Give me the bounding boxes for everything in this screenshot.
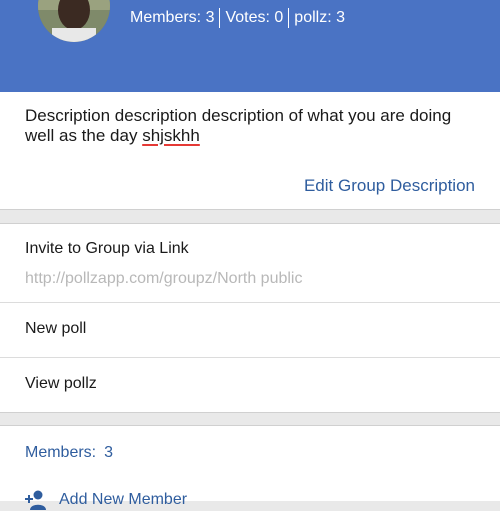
misspelled-word: shjskhh	[142, 126, 200, 145]
members-stat: Members: 3	[130, 9, 215, 26]
members-card: Members: 3 Add New Member	[0, 425, 500, 510]
edit-group-description-link[interactable]: Edit Group Description	[304, 176, 475, 196]
divider	[0, 357, 500, 358]
group-stats: Members: 3 Votes: 0 pollz: 3	[130, 8, 345, 28]
invite-via-link-label: Invite to Group via Link	[25, 240, 189, 257]
description-card: Description description description of w…	[0, 92, 500, 210]
invite-link-url[interactable]: http://pollzapp.com/groupz/North public	[25, 270, 302, 288]
members-count: 3	[104, 444, 114, 461]
new-poll-item[interactable]: New poll	[25, 320, 86, 338]
stat-separator	[288, 8, 290, 28]
group-actions-card: Invite to Group via Link http://pollzapp…	[0, 223, 500, 413]
stat-separator	[219, 8, 221, 28]
members-summary[interactable]: Members: 3	[25, 444, 113, 462]
description-text: Description description description of w…	[25, 106, 452, 145]
add-person-icon	[25, 490, 46, 510]
add-new-member-button[interactable]: Add New Member	[25, 489, 187, 511]
view-pollz-item[interactable]: View pollz	[25, 375, 97, 393]
group-avatar[interactable]	[38, 0, 110, 42]
pollz-stat: pollz: 3	[294, 9, 345, 26]
add-new-member-label: Add New Member	[59, 491, 188, 508]
divider	[0, 302, 500, 303]
group-description: Description description description of w…	[25, 106, 475, 146]
members-label: Members:	[25, 444, 97, 461]
group-header: Members: 3 Votes: 0 pollz: 3	[0, 0, 500, 92]
votes-stat: Votes: 0	[225, 9, 284, 26]
avatar-photo	[38, 0, 110, 42]
